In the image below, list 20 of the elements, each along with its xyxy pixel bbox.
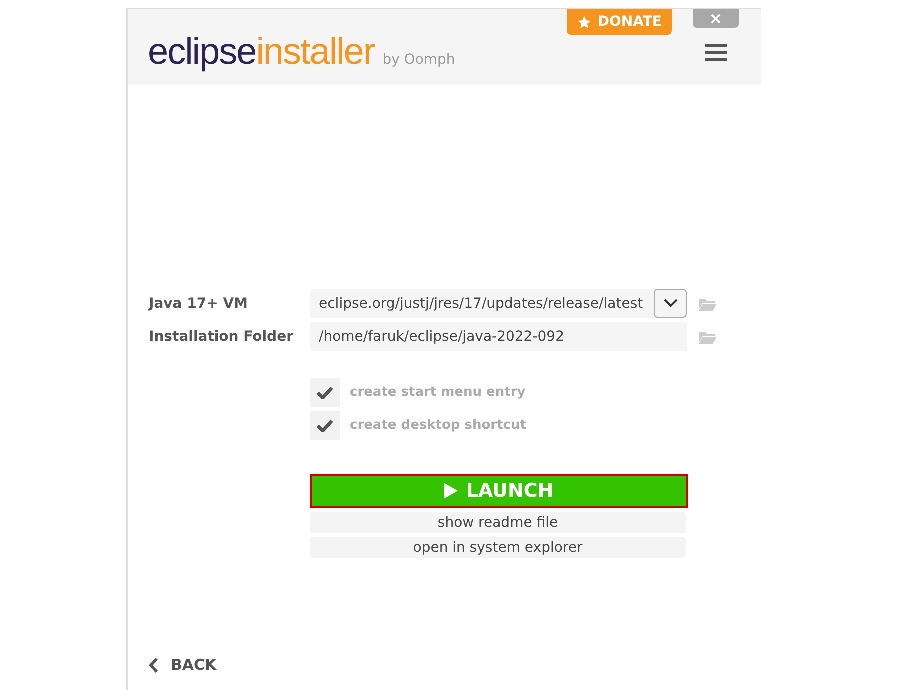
link-button[interactable]: open in system explorer <box>310 537 686 558</box>
checkbox-label: create desktop shortcut <box>350 418 526 433</box>
field-label: Installation Folder <box>149 328 294 344</box>
star-icon <box>576 14 592 30</box>
chevron-left-icon <box>149 658 159 672</box>
dropdown-field[interactable]: eclipse.org/justj/jres/17/updates/release/latest <box>310 289 687 318</box>
check-icon <box>317 386 333 399</box>
checkbox-label: create start menu entry <box>350 385 526 400</box>
field-label: Java 17+ VM <box>149 296 249 312</box>
menu-icon[interactable] <box>705 44 727 62</box>
dropdown-button[interactable] <box>654 289 687 318</box>
logo-text: installer <box>256 31 375 73</box>
back-button[interactable]: BACK <box>149 656 217 674</box>
input-field[interactable]: /home/faruk/eclipse/java-2022-092 <box>310 322 687 351</box>
link-button[interactable]: show readme file <box>310 512 686 533</box>
check-icon <box>317 419 333 432</box>
byline-text: by Oomph <box>382 52 456 68</box>
play-icon <box>444 483 458 499</box>
chevron-down-icon <box>664 299 678 308</box>
logo-text: eclipse <box>148 31 256 73</box>
